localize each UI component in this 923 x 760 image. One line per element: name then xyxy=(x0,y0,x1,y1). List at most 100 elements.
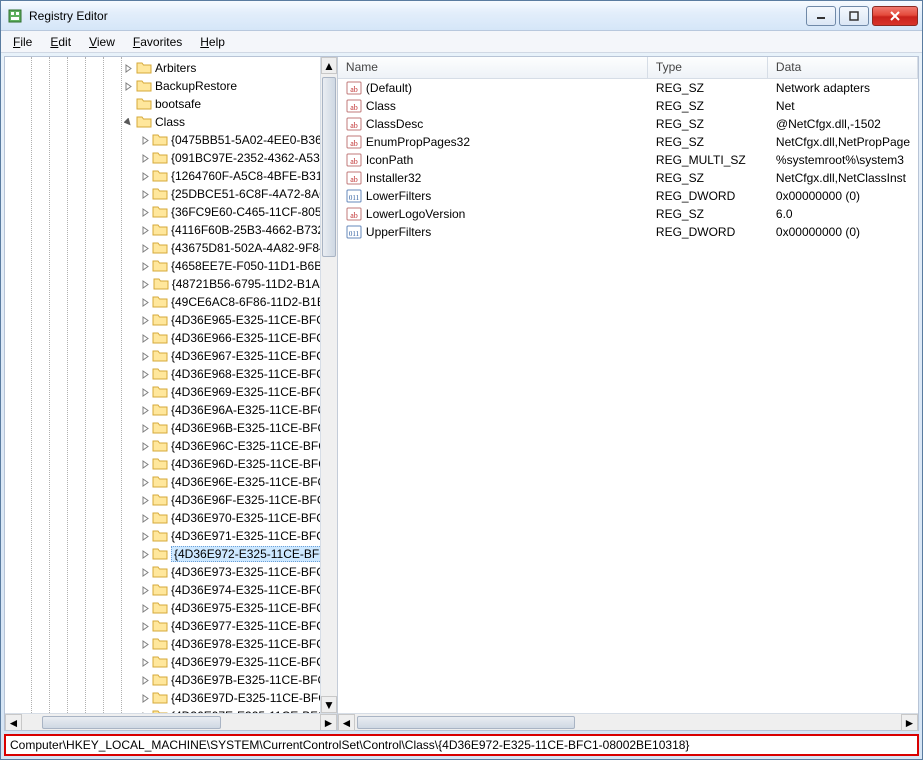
expander-icon[interactable] xyxy=(141,243,150,254)
tree-node-class-guid[interactable]: {4D36E96C-E325-11CE-BFC1-0 xyxy=(5,437,337,455)
menu-file[interactable]: File xyxy=(5,33,40,51)
tree-node-class-guid[interactable]: {4D36E975-E325-11CE-BFC1-0 xyxy=(5,599,337,617)
tree-node-class-guid[interactable]: {4D36E974-E325-11CE-BFC1-0 xyxy=(5,581,337,599)
tree-node-class-guid[interactable]: {4D36E970-E325-11CE-BFC1-0 xyxy=(5,509,337,527)
value-row[interactable]: abEnumPropPages32REG_SZNetCfgx.dll,NetPr… xyxy=(338,133,918,151)
tree-node-class-guid[interactable]: {4D36E969-E325-11CE-BFC1-0 xyxy=(5,383,337,401)
tree-node-class-guid[interactable]: {0475BB51-5A02-4EE0-B36C-2 xyxy=(5,131,337,149)
expander-icon[interactable] xyxy=(141,387,150,398)
value-row[interactable]: abIconPathREG_MULTI_SZ%systemroot%\syste… xyxy=(338,151,918,169)
tree-node-class-guid[interactable]: {4D36E978-E325-11CE-BFC1-0 xyxy=(5,635,337,653)
tree-vscrollbar[interactable]: ▲ ▼ xyxy=(320,57,337,713)
tree-node-class-guid[interactable]: {4658EE7E-F050-11D1-B6BD-0 xyxy=(5,257,337,275)
expander-icon[interactable] xyxy=(141,171,150,182)
scroll-left-icon[interactable]: ◄ xyxy=(338,714,355,731)
expander-icon[interactable] xyxy=(141,531,150,542)
values-hscroll-thumb[interactable] xyxy=(357,716,575,729)
tree-node-bootsafe[interactable]: bootsafe xyxy=(5,95,337,113)
column-header-data[interactable]: Data xyxy=(768,57,918,78)
value-row[interactable]: abLowerLogoVersionREG_SZ6.0 xyxy=(338,205,918,223)
scroll-left-icon[interactable]: ◄ xyxy=(5,714,22,730)
values-list[interactable]: ab(Default)REG_SZNetwork adaptersabClass… xyxy=(338,79,918,730)
expander-icon[interactable] xyxy=(141,495,150,506)
tree-node-class-guid[interactable]: {4D36E97D-E325-11CE-BFC1-0 xyxy=(5,689,337,707)
expander-icon[interactable] xyxy=(141,513,150,524)
tree-node-class-guid[interactable]: {25DBCE51-6C8F-4A72-8A6D- xyxy=(5,185,337,203)
tree-node-class-guid[interactable]: {4D36E96F-E325-11CE-BFC1-0 xyxy=(5,491,337,509)
tree-node-class-guid[interactable]: {48721B56-6795-11D2-B1A8-0 xyxy=(5,275,337,293)
tree-node-class-guid[interactable]: {36FC9E60-C465-11CF-8056-4 xyxy=(5,203,337,221)
tree-node-backuprestore[interactable]: BackupRestore xyxy=(5,77,337,95)
value-row[interactable]: abInstaller32REG_SZNetCfgx.dll,NetClassI… xyxy=(338,169,918,187)
value-row[interactable]: abClassREG_SZNet xyxy=(338,97,918,115)
tree-node-class-guid[interactable]: {43675D81-502A-4A82-9F84-E xyxy=(5,239,337,257)
expander-icon[interactable] xyxy=(141,477,150,488)
tree-hscrollbar[interactable]: ◄ ► xyxy=(5,713,337,730)
menu-edit[interactable]: Edit xyxy=(42,33,79,51)
expander-icon[interactable] xyxy=(141,135,150,146)
expander-icon[interactable] xyxy=(141,333,150,344)
expander-icon[interactable] xyxy=(123,63,134,74)
expander-icon[interactable] xyxy=(141,423,150,434)
menu-help[interactable]: Help xyxy=(192,33,233,51)
expander-icon[interactable] xyxy=(141,693,150,704)
expander-icon[interactable] xyxy=(141,261,150,272)
tree-node-class-guid[interactable]: {4D36E97B-E325-11CE-BFC1-0 xyxy=(5,671,337,689)
minimize-button[interactable] xyxy=(806,6,836,26)
tree-node-class-guid[interactable]: {4D36E965-E325-11CE-BFC1-0 xyxy=(5,311,337,329)
tree-node-class-guid[interactable]: {4D36E967-E325-11CE-BFC1-0 xyxy=(5,347,337,365)
expander-icon[interactable] xyxy=(141,189,150,200)
expander-icon[interactable] xyxy=(141,207,150,218)
value-row[interactable]: ab(Default)REG_SZNetwork adapters xyxy=(338,79,918,97)
expander-icon[interactable] xyxy=(141,441,150,452)
expander-icon[interactable] xyxy=(141,567,150,578)
expander-icon[interactable] xyxy=(141,675,150,686)
menu-favorites[interactable]: Favorites xyxy=(125,33,190,51)
tree-node-class-guid[interactable]: {4D36E966-E325-11CE-BFC1-0 xyxy=(5,329,337,347)
expander-icon[interactable] xyxy=(141,621,150,632)
scroll-down-icon[interactable]: ▼ xyxy=(321,696,337,713)
tree-node-class-guid[interactable]: {4D36E968-E325-11CE-BFC1-0 xyxy=(5,365,337,383)
expander-icon[interactable] xyxy=(141,549,150,560)
tree[interactable]: ArbitersBackupRestorebootsafeClass{0475B… xyxy=(5,57,337,713)
expander-icon[interactable] xyxy=(141,459,150,470)
tree-node-class-guid[interactable]: {4D36E972-E325-11CE-BFC1-0 xyxy=(5,545,337,563)
tree-node-arbiters[interactable]: Arbiters xyxy=(5,59,337,77)
tree-node-class-guid[interactable]: {4D36E977-E325-11CE-BFC1-0 xyxy=(5,617,337,635)
values-hscrollbar[interactable]: ◄ ► xyxy=(338,713,918,730)
expander-icon[interactable] xyxy=(141,297,150,308)
expander-icon[interactable] xyxy=(141,225,150,236)
expander-icon[interactable] xyxy=(123,99,134,110)
tree-hscroll-thumb[interactable] xyxy=(42,716,221,729)
expander-icon[interactable] xyxy=(141,369,150,380)
column-header-type[interactable]: Type xyxy=(648,57,768,78)
tree-node-class-guid[interactable]: {4D36E96D-E325-11CE-BFC1-0 xyxy=(5,455,337,473)
scroll-up-icon[interactable]: ▲ xyxy=(321,57,337,74)
value-row[interactable]: 011LowerFiltersREG_DWORD0x00000000 (0) xyxy=(338,187,918,205)
expander-icon[interactable] xyxy=(141,315,150,326)
expander-icon[interactable] xyxy=(141,639,150,650)
expander-icon[interactable] xyxy=(141,153,150,164)
tree-node-class-guid[interactable]: {4D36E96B-E325-11CE-BFC1-0 xyxy=(5,419,337,437)
tree-node-class-guid[interactable]: {4D36E973-E325-11CE-BFC1-0 xyxy=(5,563,337,581)
expander-icon[interactable] xyxy=(141,279,151,290)
tree-node-class-guid[interactable]: {4D36E96E-E325-11CE-BFC1-0 xyxy=(5,473,337,491)
tree-node-class-guid[interactable]: {4116F60B-25B3-4662-B732-99 xyxy=(5,221,337,239)
scroll-right-icon[interactable]: ► xyxy=(901,714,918,731)
tree-node-class-guid[interactable]: {4D36E979-E325-11CE-BFC1-0 xyxy=(5,653,337,671)
expander-icon[interactable] xyxy=(141,405,150,416)
expander-icon[interactable] xyxy=(123,117,134,128)
titlebar[interactable]: Registry Editor xyxy=(1,1,922,31)
close-button[interactable] xyxy=(872,6,918,26)
tree-node-class-guid[interactable]: {091BC97E-2352-4362-A539-1 xyxy=(5,149,337,167)
expander-icon[interactable] xyxy=(141,585,150,596)
expander-icon[interactable] xyxy=(123,81,134,92)
tree-node-class-guid[interactable]: {1264760F-A5C8-4BFE-B314-D xyxy=(5,167,337,185)
value-row[interactable]: abClassDescREG_SZ@NetCfgx.dll,-1502 xyxy=(338,115,918,133)
menu-view[interactable]: View xyxy=(81,33,123,51)
value-row[interactable]: 011UpperFiltersREG_DWORD0x00000000 (0) xyxy=(338,223,918,241)
tree-vscroll-thumb[interactable] xyxy=(322,77,336,257)
tree-node-class-guid[interactable]: {49CE6AC8-6F86-11D2-B1E5-0 xyxy=(5,293,337,311)
tree-node-class[interactable]: Class xyxy=(5,113,337,131)
tree-node-class-guid[interactable]: {4D36E971-E325-11CE-BFC1-0 xyxy=(5,527,337,545)
